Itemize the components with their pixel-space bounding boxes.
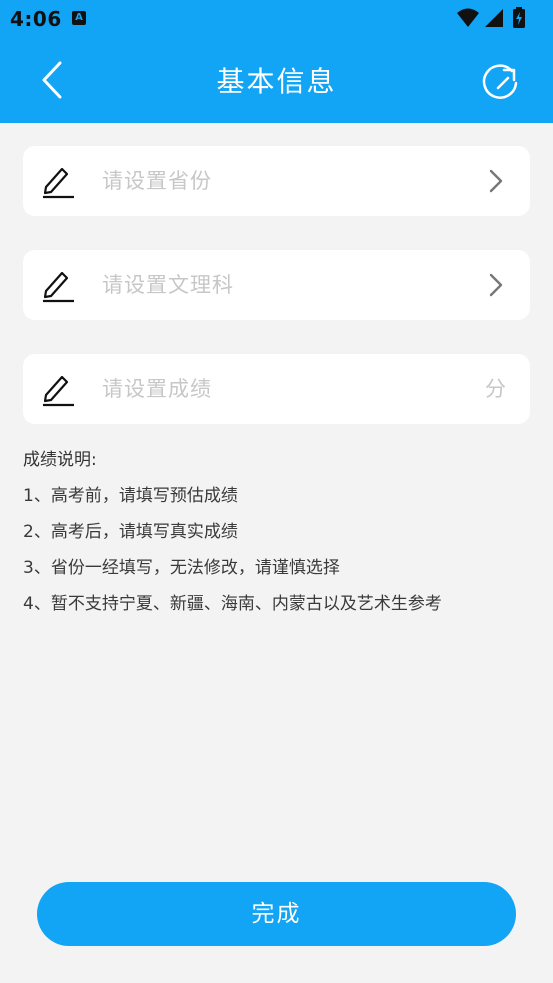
note-line: 2、高考后，请填写真实成绩 <box>23 522 238 542</box>
note-line: 3、省份一经填写，无法修改，请谨慎选择 <box>23 558 340 578</box>
wifi-icon <box>457 8 479 27</box>
chevron-right-icon <box>489 169 503 193</box>
status-time: 4:06 <box>10 7 62 31</box>
score-unit: 分 <box>485 377 506 401</box>
province-field[interactable]: 请设置省份 <box>23 146 530 216</box>
province-placeholder: 请设置省份 <box>102 169 212 193</box>
score-field[interactable]: 请设置成绩 分 <box>23 354 530 424</box>
page-title: 基本信息 <box>216 65 337 98</box>
edit-icon <box>43 375 74 407</box>
subject-placeholder: 请设置文理科 <box>102 273 234 297</box>
note-line: 4、暂不支持宁夏、新疆、海南、内蒙古以及艺术生参考 <box>23 594 442 614</box>
signal-icon <box>485 9 503 27</box>
status-bar: 4:06 A <box>0 0 553 38</box>
edit-icon <box>43 167 74 199</box>
score-notes: 成绩说明: 1、高考前，请填写预估成绩 2、高考后，请填写真实成绩 3、省份一经… <box>23 448 530 628</box>
refresh-icon <box>482 64 518 99</box>
refresh-button[interactable] <box>477 58 523 104</box>
notes-title: 成绩说明: <box>23 450 97 470</box>
status-icons <box>455 7 541 29</box>
header: 基本信息 <box>0 38 553 123</box>
chevron-right-icon <box>489 273 503 297</box>
app-notification-icon: A <box>72 11 86 25</box>
done-button[interactable]: 完成 <box>37 882 516 946</box>
edit-icon <box>43 271 74 303</box>
note-line: 1、高考前，请填写预估成绩 <box>23 486 238 506</box>
battery-charging-icon <box>513 7 525 28</box>
subject-field[interactable]: 请设置文理科 <box>23 250 530 320</box>
top-app-bar: 4:06 A 基本信息 <box>0 0 553 123</box>
score-placeholder: 请设置成绩 <box>102 377 212 401</box>
